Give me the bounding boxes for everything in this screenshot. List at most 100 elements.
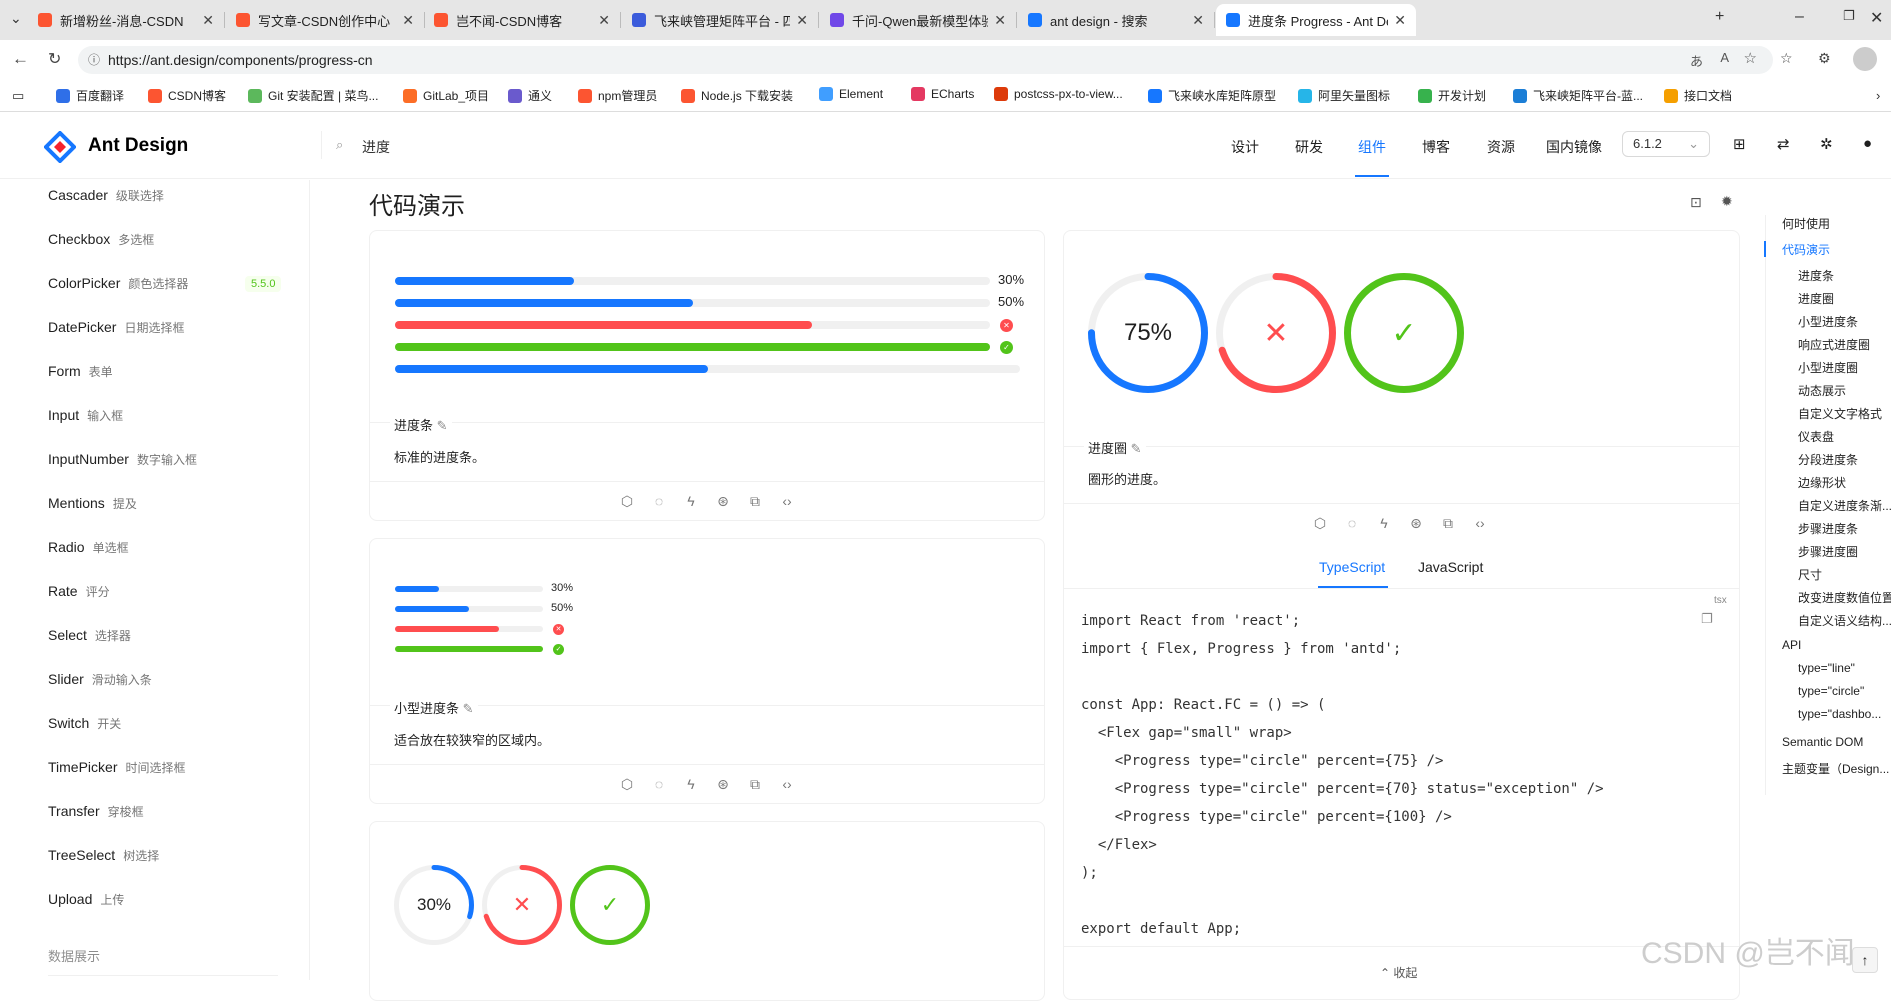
codepen-icon[interactable]: ◌	[651, 493, 667, 510]
url-field[interactable]: ⓘ https://ant.design/components/progress…	[78, 46, 1773, 74]
show-code-icon[interactable]: ‹›	[779, 776, 795, 793]
bookmark-item[interactable]: 通义	[508, 87, 552, 104]
toc-item[interactable]: 小型进度条	[1798, 313, 1891, 330]
sidebar-item[interactable]: Cascader 级联选择	[48, 187, 164, 204]
bookmark-item[interactable]: postcss-px-to-view...	[994, 87, 1123, 101]
bookmark-item[interactable]: GitLab_项目	[403, 87, 489, 104]
bookmark-item[interactable]: 接口文档	[1664, 87, 1732, 104]
sidebar-item[interactable]: Mentions 提及	[48, 495, 137, 512]
extensions-icon[interactable]: ⚙	[1818, 50, 1831, 67]
back-icon[interactable]: ←	[12, 49, 29, 69]
favorites-icon[interactable]: ☆	[1780, 50, 1793, 67]
version-select[interactable]: 6.1.2 ⌄	[1622, 131, 1710, 157]
copy-icon[interactable]: ❐	[1701, 611, 1713, 627]
nav-item[interactable]: 组件	[1358, 137, 1386, 157]
code-tab-typescript[interactable]: TypeScript	[1319, 559, 1385, 575]
codesandbox-icon[interactable]: ⬡	[1312, 515, 1328, 532]
sidebar-item[interactable]: Checkbox 多选框	[48, 231, 154, 248]
browser-tab[interactable]: 写文章-CSDN创作中心 ✕	[226, 4, 424, 36]
bookmark-item[interactable]: 飞来峡矩阵平台-蓝...	[1513, 87, 1643, 104]
sidebar-item[interactable]: Upload 上传	[48, 891, 124, 908]
nav-item[interactable]: 设计	[1231, 137, 1259, 157]
toc-item[interactable]: 自定义进度条渐...	[1798, 497, 1891, 514]
browser-tab[interactable]: 进度条 Progress - Ant Design ✕	[1216, 4, 1416, 36]
toc-item[interactable]: 小型进度圈	[1798, 359, 1891, 376]
browser-tab[interactable]: 千问-Qwen最新模型体验-通义千问 ✕	[820, 4, 1016, 36]
tab-close-icon[interactable]: ✕	[598, 12, 610, 29]
nav-item[interactable]: 资源	[1487, 137, 1515, 157]
bookmark-item[interactable]: 飞来峡水库矩阵原型	[1148, 87, 1276, 104]
sidebar-item[interactable]: Rate 评分	[48, 583, 110, 600]
toc-item[interactable]: 步骤进度圈	[1798, 543, 1891, 560]
sidebar-item[interactable]: Transfer 穿梭框	[48, 803, 144, 820]
direction-icon[interactable]: ⇄	[1777, 135, 1790, 153]
codesandbox-icon[interactable]: ⬡	[619, 776, 635, 793]
stackblitz-icon[interactable]: ϟ	[683, 493, 699, 510]
sidebar-item[interactable]: Input 输入框	[48, 407, 123, 424]
profile-avatar[interactable]	[1853, 47, 1877, 71]
bookmark-item[interactable]: 开发计划	[1418, 87, 1486, 104]
codepen-icon[interactable]: ◌	[1344, 515, 1360, 532]
bookmark-item[interactable]: 阿里矢量图标	[1298, 87, 1390, 104]
edit-icon[interactable]: ✎	[463, 701, 474, 716]
demo-title[interactable]: 进度条 ✎	[390, 415, 452, 434]
sidebar-item[interactable]: Radio 单选框	[48, 539, 129, 556]
reading-list-icon[interactable]: ▭	[12, 88, 24, 104]
more-bookmarks-icon[interactable]: ›	[1876, 88, 1880, 103]
bookmark-item[interactable]: Element	[819, 87, 883, 101]
brand-name[interactable]: Ant Design	[88, 135, 188, 157]
toc-item[interactable]: type="dashbo...	[1798, 707, 1891, 721]
toc-item[interactable]: 尺寸	[1798, 566, 1891, 583]
toc-item[interactable]: 改变进度数值位置	[1798, 589, 1891, 606]
github-icon[interactable]: ●	[1863, 135, 1872, 152]
codesandbox-icon[interactable]: ⬡	[619, 493, 635, 510]
open-new-icon[interactable]: ⧉	[747, 776, 763, 793]
nav-item[interactable]: 博客	[1422, 137, 1450, 157]
show-code-icon[interactable]: ‹›	[1472, 515, 1488, 532]
tab-close-icon[interactable]: ✕	[994, 12, 1006, 29]
browser-tab[interactable]: 新增粉丝-消息-CSDN ✕	[28, 4, 224, 36]
bookmark-item[interactable]: npm管理员	[578, 87, 657, 104]
sidebar-item[interactable]: ColorPicker 颜色选择器	[48, 275, 188, 292]
read-aloud-icon[interactable]: A	[1720, 50, 1729, 65]
tab-close-icon[interactable]: ✕	[796, 12, 808, 29]
debug-icon[interactable]: ✹	[1721, 193, 1733, 210]
tab-close-icon[interactable]: ✕	[402, 12, 414, 29]
sidebar-item[interactable]: TimePicker 时间选择框	[48, 759, 186, 776]
replit-icon[interactable]: ⊛	[715, 493, 731, 510]
edit-icon[interactable]: ✎	[437, 418, 448, 433]
toc-item[interactable]: 动态展示	[1798, 382, 1891, 399]
toc-item[interactable]: 响应式进度圈	[1798, 336, 1891, 353]
toc-item[interactable]: 进度圈	[1798, 290, 1891, 307]
stackblitz-icon[interactable]: ϟ	[683, 776, 699, 793]
open-new-icon[interactable]: ⧉	[747, 493, 763, 510]
translate-icon[interactable]: あ	[1690, 51, 1703, 70]
bookmark-item[interactable]: Git 安装配置 | 菜鸟...	[248, 87, 378, 104]
collapse-code-button[interactable]: ⌃ 收起	[1380, 964, 1417, 981]
minimize-icon[interactable]: –	[1795, 8, 1804, 26]
toc-item[interactable]: API	[1782, 638, 1891, 652]
back-to-top-button[interactable]: ↑	[1852, 947, 1878, 973]
toc-item[interactable]: 进度条	[1798, 267, 1891, 284]
toc-item[interactable]: 步骤进度条	[1798, 520, 1891, 537]
show-code-icon[interactable]: ‹›	[779, 493, 795, 510]
demo-title[interactable]: 小型进度条 ✎	[390, 698, 478, 717]
sidebar-item[interactable]: Select 选择器	[48, 627, 131, 644]
toc-item[interactable]: 何时使用	[1782, 215, 1891, 232]
toc-item[interactable]: type="line"	[1798, 661, 1891, 675]
language-icon[interactable]: ⊞	[1733, 135, 1746, 153]
nav-item[interactable]: 研发	[1295, 137, 1323, 157]
toc-item[interactable]: type="circle"	[1798, 684, 1891, 698]
open-new-icon[interactable]: ⧉	[1440, 515, 1456, 532]
toc-item[interactable]: 代码演示	[1782, 241, 1891, 258]
toc-item[interactable]: 分段进度条	[1798, 451, 1891, 468]
sidebar-item[interactable]: Slider 滑动输入条	[48, 671, 152, 688]
new-tab-icon[interactable]: +	[1715, 8, 1724, 26]
tab-close-icon[interactable]: ✕	[1192, 12, 1204, 29]
bookmark-item[interactable]: Node.js 下载安装	[681, 87, 793, 104]
refresh-icon[interactable]: ↻	[48, 49, 61, 69]
toc-item[interactable]: 主题变量（Design...	[1782, 760, 1891, 777]
close-window-icon[interactable]: ✕	[1870, 8, 1883, 28]
tab-close-icon[interactable]: ✕	[202, 12, 214, 29]
sidebar-item[interactable]: Form 表单	[48, 363, 113, 380]
